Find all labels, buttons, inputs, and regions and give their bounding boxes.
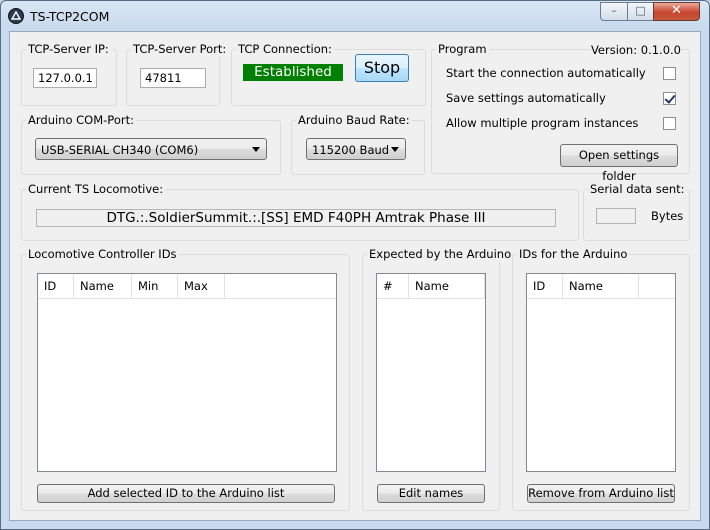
tcp-connection-group: TCP Connection: Established Stop bbox=[231, 42, 426, 106]
app-window: TS-TCP2COM – □ ✕ TCP-Server IP: 127.0.0.… bbox=[0, 0, 710, 530]
remove-from-arduino-list-button[interactable]: Remove from Arduino list bbox=[527, 484, 675, 503]
option-multiple-instances-checkbox[interactable] bbox=[663, 117, 676, 130]
controller-ids-list[interactable]: ID Name Min Max bbox=[37, 273, 337, 472]
server-port-group: TCP-Server Port: 47811 bbox=[126, 42, 229, 106]
com-port-select[interactable]: USB-SERIAL CH340 (COM6) bbox=[35, 138, 267, 160]
expected-label: Expected by the Arduino bbox=[367, 247, 514, 261]
baud-rate-value: 115200 Baud bbox=[312, 143, 390, 157]
controller-ids-group: Locomotive Controller IDs ID Name Min Ma… bbox=[21, 247, 350, 511]
option-save-settings-checkbox[interactable] bbox=[663, 92, 676, 105]
maximize-button[interactable]: □ bbox=[627, 2, 653, 21]
column-header-min[interactable]: Min bbox=[132, 274, 178, 298]
expected-group: Expected by the Arduino # Name Edit name… bbox=[362, 247, 514, 511]
close-button[interactable]: ✕ bbox=[653, 2, 700, 21]
com-port-group: Arduino COM-Port: USB-SERIAL CH340 (COM6… bbox=[21, 113, 281, 175]
server-ip-input[interactable]: 127.0.0.1 bbox=[33, 68, 97, 88]
server-ip-label: TCP-Server IP: bbox=[26, 42, 111, 56]
baud-rate-select[interactable]: 115200 Baud bbox=[306, 138, 406, 160]
column-header-name[interactable]: Name bbox=[409, 274, 485, 298]
locomotive-value: DTG.:.SoldierSummit.:.[SS] EMD F40PH Amt… bbox=[36, 209, 556, 227]
arduino-ids-header: ID Name bbox=[527, 274, 675, 299]
edit-names-button[interactable]: Edit names bbox=[377, 484, 485, 503]
program-group: Program Version: 0.1.0.0 Start the conne… bbox=[431, 42, 690, 183]
option-start-automatically-label: Start the connection automatically bbox=[446, 66, 646, 80]
column-header-id[interactable]: ID bbox=[527, 274, 563, 298]
option-start-automatically-checkbox[interactable] bbox=[663, 67, 676, 80]
column-header-name[interactable]: Name bbox=[563, 274, 639, 298]
server-port-input[interactable]: 47811 bbox=[140, 68, 206, 88]
serial-data-label: Serial data sent: bbox=[588, 182, 687, 196]
chevron-down-icon bbox=[391, 147, 399, 152]
chevron-down-icon bbox=[252, 147, 260, 152]
connection-status-badge: Established bbox=[243, 64, 343, 81]
column-header-name[interactable]: Name bbox=[74, 274, 132, 298]
baud-rate-group: Arduino Baud Rate: 115200 Baud bbox=[291, 113, 425, 175]
arduino-ids-list[interactable]: ID Name bbox=[526, 273, 676, 472]
window-title: TS-TCP2COM bbox=[30, 9, 110, 24]
controller-ids-label: Locomotive Controller IDs bbox=[26, 247, 179, 261]
serial-data-group: Serial data sent: Bytes bbox=[583, 182, 690, 241]
version-text: Version: 0.1.0.0 bbox=[590, 43, 681, 57]
app-icon[interactable] bbox=[8, 8, 24, 24]
column-header-number[interactable]: # bbox=[377, 274, 409, 298]
minimize-icon: – bbox=[611, 4, 617, 17]
server-ip-group: TCP-Server IP: 127.0.0.1 bbox=[21, 42, 117, 106]
close-icon: ✕ bbox=[671, 3, 682, 18]
arduino-ids-label: IDs for the Arduino bbox=[517, 247, 630, 261]
locomotive-group: Current TS Locomotive: DTG.:.SoldierSumm… bbox=[21, 182, 579, 241]
expected-header: # Name bbox=[377, 274, 485, 299]
open-settings-folder-button[interactable]: Open settings folder bbox=[560, 144, 678, 183]
column-header-max[interactable]: Max bbox=[178, 274, 225, 298]
expected-list[interactable]: # Name bbox=[376, 273, 486, 472]
tcp-connection-label: TCP Connection: bbox=[236, 42, 334, 56]
program-group-label: Program bbox=[436, 42, 489, 56]
serial-data-unit: Bytes bbox=[651, 209, 684, 223]
option-multiple-instances-label: Allow multiple program instances bbox=[446, 116, 639, 130]
add-to-arduino-list-button[interactable]: Add selected ID to the Arduino list bbox=[37, 484, 335, 503]
com-port-label: Arduino COM-Port: bbox=[26, 113, 136, 127]
maximize-icon: □ bbox=[635, 4, 646, 17]
client-area: TCP-Server IP: 127.0.0.1 TCP-Server Port… bbox=[9, 31, 701, 521]
com-port-value: USB-SERIAL CH340 (COM6) bbox=[41, 143, 199, 157]
arduino-ids-group: IDs for the Arduino ID Name Remove from … bbox=[512, 247, 690, 511]
minimize-button[interactable]: – bbox=[600, 2, 627, 21]
serial-data-value bbox=[596, 208, 636, 224]
baud-rate-label: Arduino Baud Rate: bbox=[296, 113, 412, 127]
controller-ids-header: ID Name Min Max bbox=[38, 274, 336, 299]
server-port-label: TCP-Server Port: bbox=[131, 42, 229, 56]
column-header-id[interactable]: ID bbox=[38, 274, 74, 298]
locomotive-label: Current TS Locomotive: bbox=[26, 182, 166, 196]
title-bar[interactable]: TS-TCP2COM – □ ✕ bbox=[1, 1, 709, 31]
option-save-settings-label: Save settings automatically bbox=[446, 91, 606, 105]
stop-button[interactable]: Stop bbox=[355, 54, 409, 82]
